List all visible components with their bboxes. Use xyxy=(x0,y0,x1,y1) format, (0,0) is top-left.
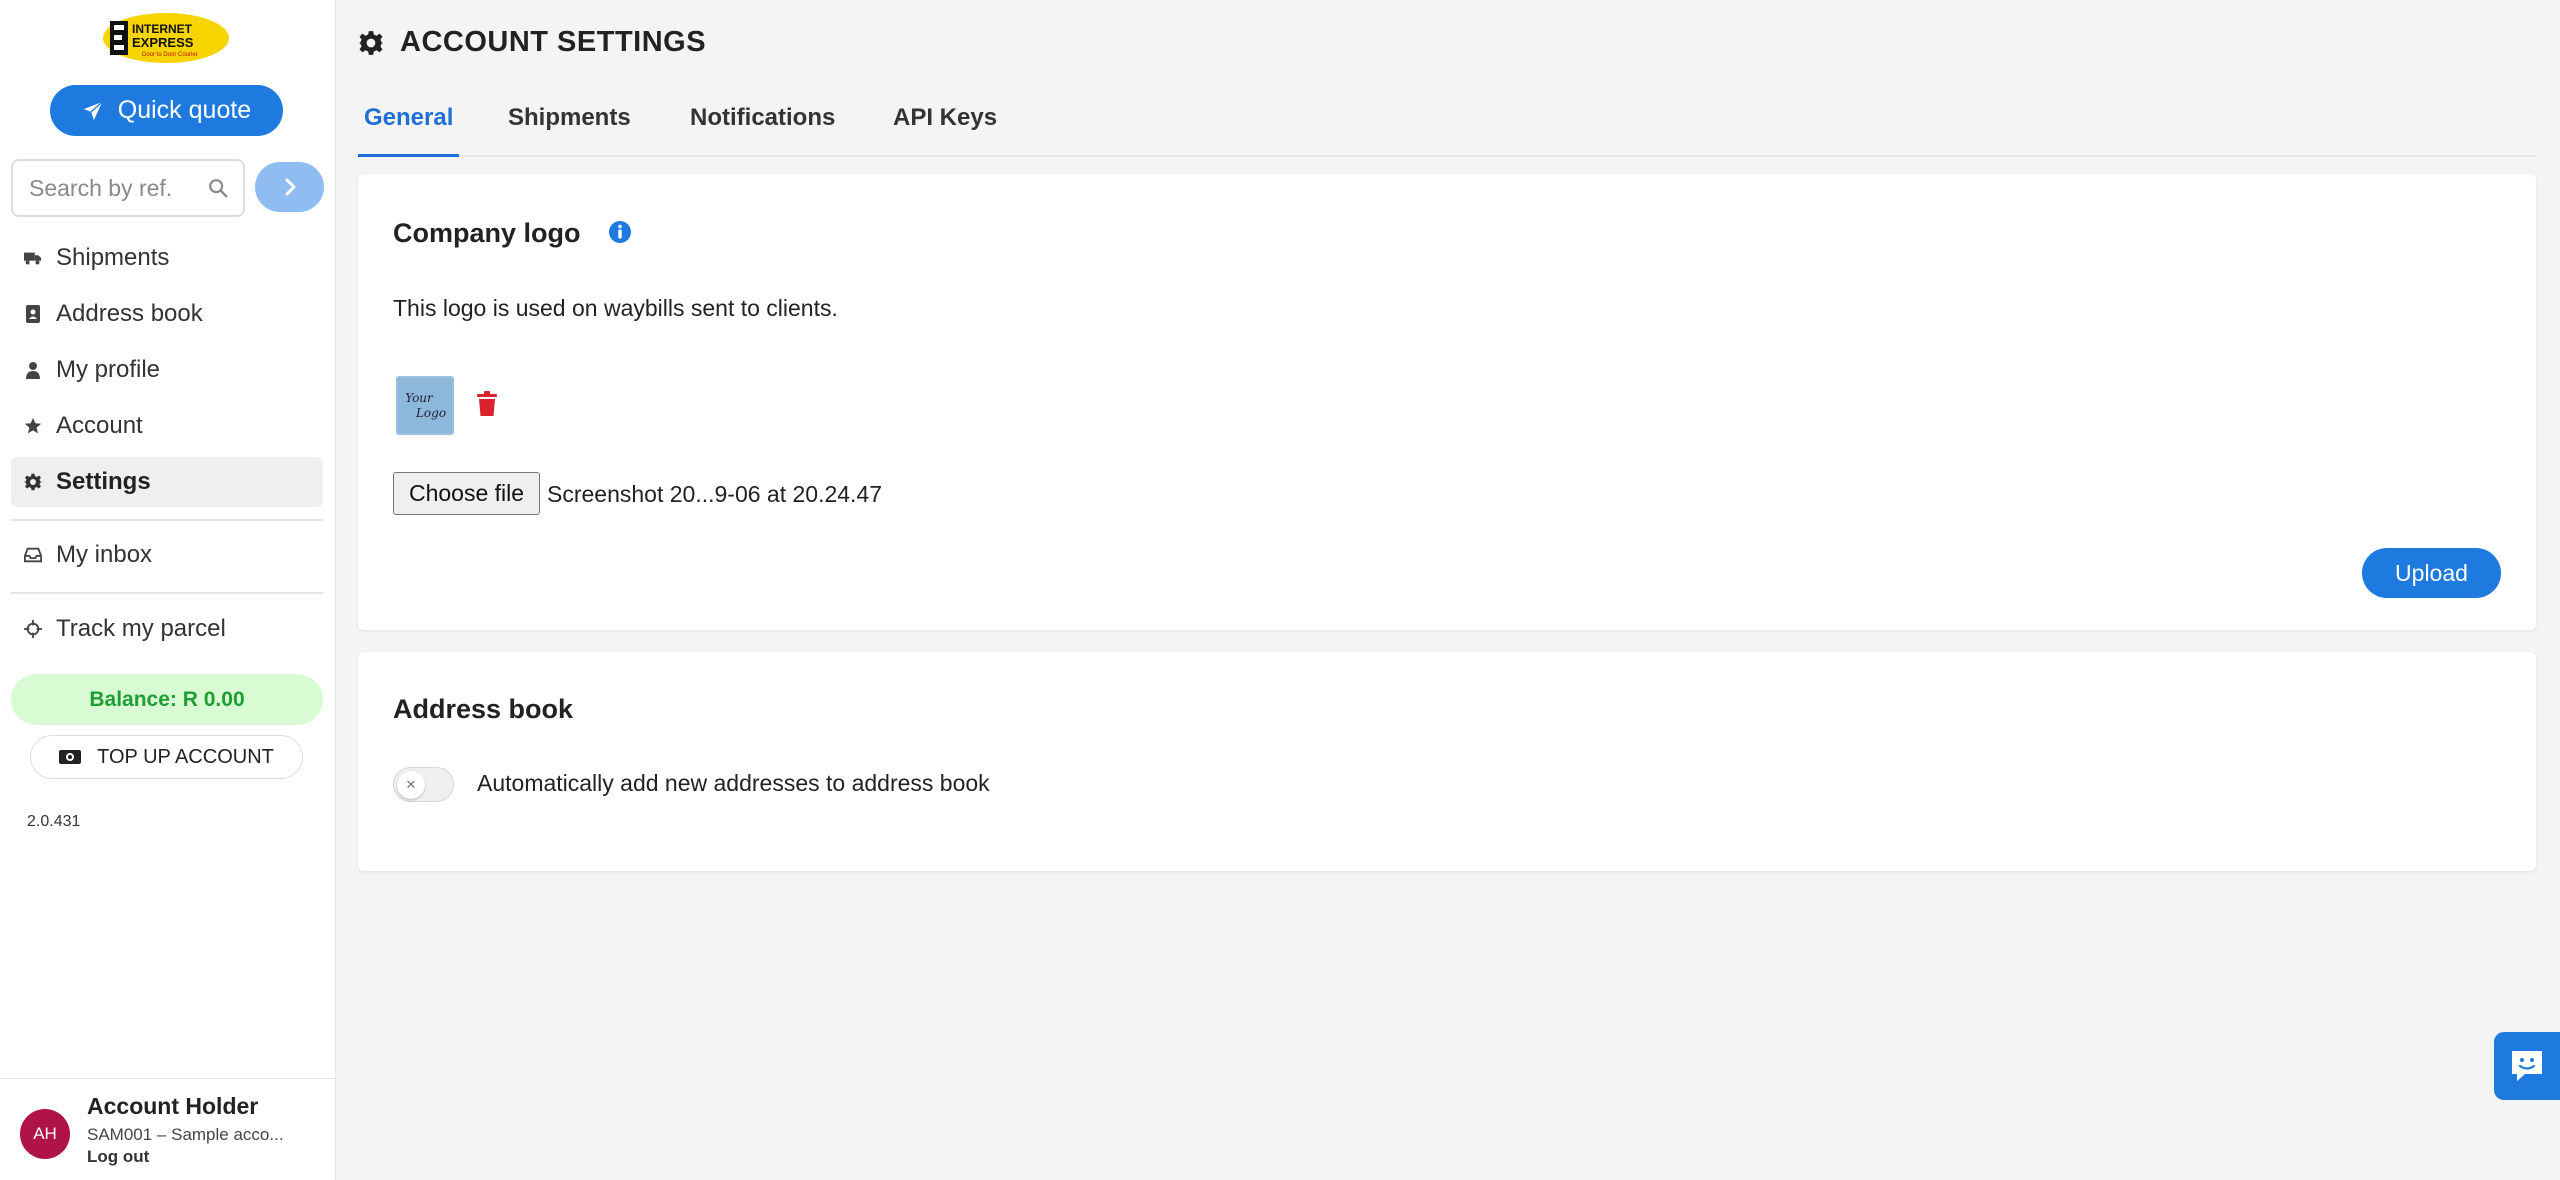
logo-preview-line1: Your xyxy=(405,391,433,406)
inbox-icon xyxy=(24,546,42,564)
gear-icon xyxy=(359,30,383,55)
sidebar-item-address-book[interactable]: Address book xyxy=(11,289,323,339)
sidebar-divider xyxy=(11,592,323,594)
tab-shipments[interactable]: Shipments xyxy=(508,96,631,157)
tab-api-keys[interactable]: API Keys xyxy=(893,96,997,157)
top-up-label: TOP UP ACCOUNT xyxy=(97,745,274,768)
sidebar: INTERNET EXPRESS Door to Door Courier Qu… xyxy=(0,0,336,1180)
search-submit-button[interactable] xyxy=(255,162,324,212)
balance-badge: Balance: R 0.00 xyxy=(11,674,323,725)
toggle-knob: ✕ xyxy=(397,771,425,799)
tab-general[interactable]: General xyxy=(358,96,459,157)
paper-plane-icon xyxy=(83,100,103,120)
tab-notifications[interactable]: Notifications xyxy=(690,96,835,157)
user-icon xyxy=(24,361,42,379)
sidebar-nav-tracking: Track my parcel xyxy=(11,604,323,654)
sidebar-item-label: Address book xyxy=(56,300,203,327)
choose-file-button[interactable]: Choose file xyxy=(393,472,540,515)
crosshair-icon xyxy=(24,620,42,638)
sidebar-item-account[interactable]: Account xyxy=(11,401,323,451)
search-icon xyxy=(209,179,228,198)
chat-widget-button[interactable] xyxy=(2494,1032,2560,1100)
settings-tabs: General Shipments Notifications API Keys xyxy=(358,96,2536,157)
svg-text:INTERNET: INTERNET xyxy=(132,22,193,36)
logo-preview-line2: Logo xyxy=(415,405,447,420)
upload-button[interactable]: Upload xyxy=(2362,548,2501,598)
user-name: Account Holder xyxy=(87,1093,259,1119)
svg-text:Door to Door Courier: Door to Door Courier xyxy=(142,52,198,58)
sidebar-item-label: Account xyxy=(56,412,143,439)
money-icon xyxy=(59,750,82,764)
svg-text:EXPRESS: EXPRESS xyxy=(132,35,194,50)
sidebar-item-track-my-parcel[interactable]: Track my parcel xyxy=(11,604,323,654)
chevron-right-icon xyxy=(285,178,295,196)
user-panel: AH Account Holder SAM001 – Sample acco..… xyxy=(0,1078,336,1180)
sidebar-item-label: Settings xyxy=(56,468,151,495)
page-title: ACCOUNT SETTINGS xyxy=(400,26,707,58)
chat-bubble-icon xyxy=(2512,1051,2542,1081)
page-header: ACCOUNT SETTINGS xyxy=(358,26,706,59)
sidebar-nav-secondary: My inbox xyxy=(11,530,323,580)
auto-add-address-label: Automatically add new addresses to addre… xyxy=(477,770,990,796)
avatar[interactable]: AH xyxy=(20,1109,70,1159)
sidebar-item-label: My inbox xyxy=(56,541,153,568)
sidebar-item-shipments[interactable]: Shipments xyxy=(11,233,323,283)
logout-link[interactable]: Log out xyxy=(87,1147,149,1167)
sidebar-item-my-inbox[interactable]: My inbox xyxy=(11,530,323,580)
app-version: 2.0.431 xyxy=(27,813,81,830)
sidebar-item-label: Track my parcel xyxy=(56,615,226,642)
user-account: SAM001 – Sample acco... xyxy=(87,1125,284,1144)
close-icon: ✕ xyxy=(405,777,417,792)
sidebar-item-label: Shipments xyxy=(56,244,170,271)
sidebar-nav: Shipments Address book My profile Accoun… xyxy=(11,233,323,507)
address-book-icon xyxy=(24,305,42,323)
sidebar-item-my-profile[interactable]: My profile xyxy=(11,345,323,395)
company-logo-title: Company logo xyxy=(393,218,581,248)
selected-file-name: Screenshot 20...9-06 at 20.24.47 xyxy=(547,481,883,507)
internet-express-logo[interactable]: INTERNET EXPRESS Door to Door Courier xyxy=(102,12,230,64)
logo-preview: Your Logo xyxy=(396,376,454,435)
truck-icon xyxy=(24,249,42,267)
address-book-card: Address book ✕ Automatically add new add… xyxy=(358,652,2536,871)
trash-icon[interactable] xyxy=(476,391,498,417)
quick-quote-label: Quick quote xyxy=(117,96,252,124)
address-book-title: Address book xyxy=(393,694,574,724)
company-logo-description: This logo is used on waybills sent to cl… xyxy=(393,295,838,321)
auto-add-address-toggle[interactable]: ✕ xyxy=(393,767,454,802)
star-icon xyxy=(24,417,42,435)
company-logo-card: Company logo This logo is used on waybil… xyxy=(358,174,2536,630)
search-field[interactable] xyxy=(11,159,245,217)
top-up-account-button[interactable]: TOP UP ACCOUNT xyxy=(30,735,303,779)
sidebar-item-label: My profile xyxy=(56,356,161,383)
info-icon[interactable] xyxy=(608,220,632,244)
gear-icon xyxy=(24,473,42,491)
sidebar-divider xyxy=(11,519,323,521)
search-input[interactable] xyxy=(29,174,199,202)
quick-quote-button[interactable]: Quick quote xyxy=(50,85,283,136)
sidebar-item-settings[interactable]: Settings xyxy=(11,457,323,507)
